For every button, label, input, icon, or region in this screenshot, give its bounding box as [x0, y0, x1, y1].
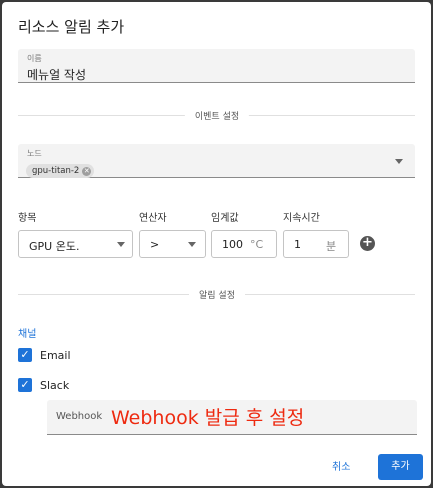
add-resource-alert-dialog: 리소스 알림 추가 이름 메뉴얼 작성 이벤트 설정 노드 gpu-titan-… — [2, 2, 431, 486]
item-select-value: GPU 온도. — [29, 240, 80, 253]
duration-value[interactable]: 1 — [294, 238, 301, 251]
channel-title: 채널 — [18, 329, 37, 340]
duration-label: 지속시간 — [283, 213, 320, 224]
threshold-input[interactable]: 100 °C — [211, 230, 277, 258]
node-select-label: 노드 — [27, 149, 42, 158]
item-select[interactable]: GPU 온도. — [18, 230, 133, 258]
item-label: 항목 — [18, 213, 37, 224]
email-label[interactable]: Email — [40, 349, 71, 362]
name-field-label: 이름 — [27, 54, 42, 63]
close-icon[interactable]: ✕ — [82, 166, 92, 176]
duration-unit: 분 — [326, 240, 337, 253]
threshold-value[interactable]: 100 — [222, 238, 243, 251]
cancel-button[interactable]: 취소 — [332, 458, 350, 473]
name-field[interactable]: 이름 메뉴얼 작성 — [18, 49, 415, 83]
operator-select-value: > — [150, 238, 160, 251]
alarm-settings-label: 알림 설정 — [189, 288, 245, 301]
node-select[interactable]: 노드 gpu-titan-2 ✕ — [18, 144, 415, 178]
email-checkbox[interactable]: ✓ — [18, 348, 32, 362]
node-chip-label: gpu-titan-2 — [32, 166, 80, 176]
dialog-title: 리소스 알림 추가 — [18, 18, 125, 36]
add-button[interactable]: 추가 — [378, 454, 423, 480]
event-settings-label: 이벤트 설정 — [184, 109, 250, 122]
add-circle-icon[interactable]: + — [360, 236, 375, 251]
slack-checkbox[interactable]: ✓ — [18, 378, 32, 392]
operator-select[interactable]: > — [139, 230, 206, 258]
threshold-label: 임계값 — [211, 213, 239, 224]
name-field-value[interactable]: 메뉴얼 작성 — [27, 66, 86, 83]
chevron-down-icon[interactable] — [117, 242, 125, 247]
webhook-annotation: Webhook 발급 후 설정 — [111, 407, 305, 429]
slack-label[interactable]: Slack — [40, 379, 69, 392]
chevron-down-icon[interactable] — [188, 242, 196, 247]
chevron-down-icon[interactable] — [395, 159, 403, 164]
threshold-unit: °C — [250, 238, 264, 251]
node-chip[interactable]: gpu-titan-2 ✕ — [26, 164, 95, 178]
operator-label: 연산자 — [139, 213, 167, 224]
duration-input[interactable]: 1 분 — [283, 230, 349, 258]
webhook-label: Webhook — [56, 411, 103, 422]
webhook-field[interactable]: Webhook Webhook 발급 후 설정 — [47, 400, 417, 435]
